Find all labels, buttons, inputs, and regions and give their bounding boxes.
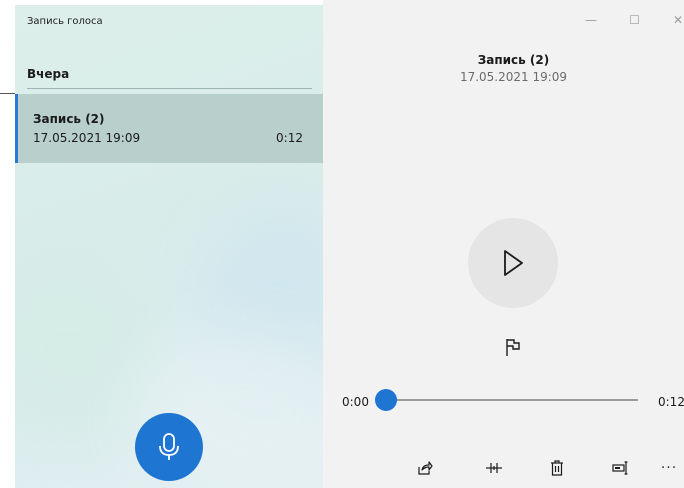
rename-button[interactable] [611,458,631,478]
trim-icon [486,463,502,473]
section-divider [27,88,312,89]
record-button[interactable] [135,413,203,481]
selection-indicator [15,94,18,163]
seek-bar[interactable] [388,399,638,401]
share-icon [418,461,433,475]
app-title: Запись голоса [27,16,103,27]
total-duration: 0:12 [658,395,684,409]
recording-name: Запись (2) [33,112,105,126]
recording-date: 17.05.2021 19:09 [33,131,141,145]
play-icon [504,250,523,276]
trim-button[interactable] [484,458,504,478]
recording-title: Запись (2) [477,53,550,67]
current-time: 0:00 [342,395,369,409]
add-marker-button[interactable] [503,337,523,357]
delete-icon [551,460,563,476]
delete-button[interactable] [547,458,567,478]
playback-pane: — ☐ ✕ Запись (2) 17.05.2021 19:09 0:00 0… [323,0,684,488]
more-options-button[interactable]: ··· [659,458,679,478]
microphone-icon [159,433,179,460]
connector-line [0,93,15,94]
recordings-pane: Запись голоса Вчера Запись (2) 17.05.202… [15,5,323,488]
voice-recorder-window: Запись голоса Вчера Запись (2) 17.05.202… [0,0,684,488]
recording-duration: 0:12 [276,131,303,145]
rename-icon [612,461,628,475]
seek-thumb[interactable] [375,389,397,411]
close-button[interactable]: ✕ [673,13,683,27]
recording-list-item[interactable]: Запись (2) 17.05.2021 19:09 0:12 [15,94,323,163]
section-header-yesterday: Вчера [27,67,70,81]
share-button[interactable] [415,458,435,478]
recording-detail-date: 17.05.2021 19:09 [459,70,568,84]
minimize-button[interactable]: — [585,13,597,27]
play-button[interactable] [468,218,558,308]
flag-icon [506,339,520,356]
maximize-button[interactable]: ☐ [629,13,640,27]
